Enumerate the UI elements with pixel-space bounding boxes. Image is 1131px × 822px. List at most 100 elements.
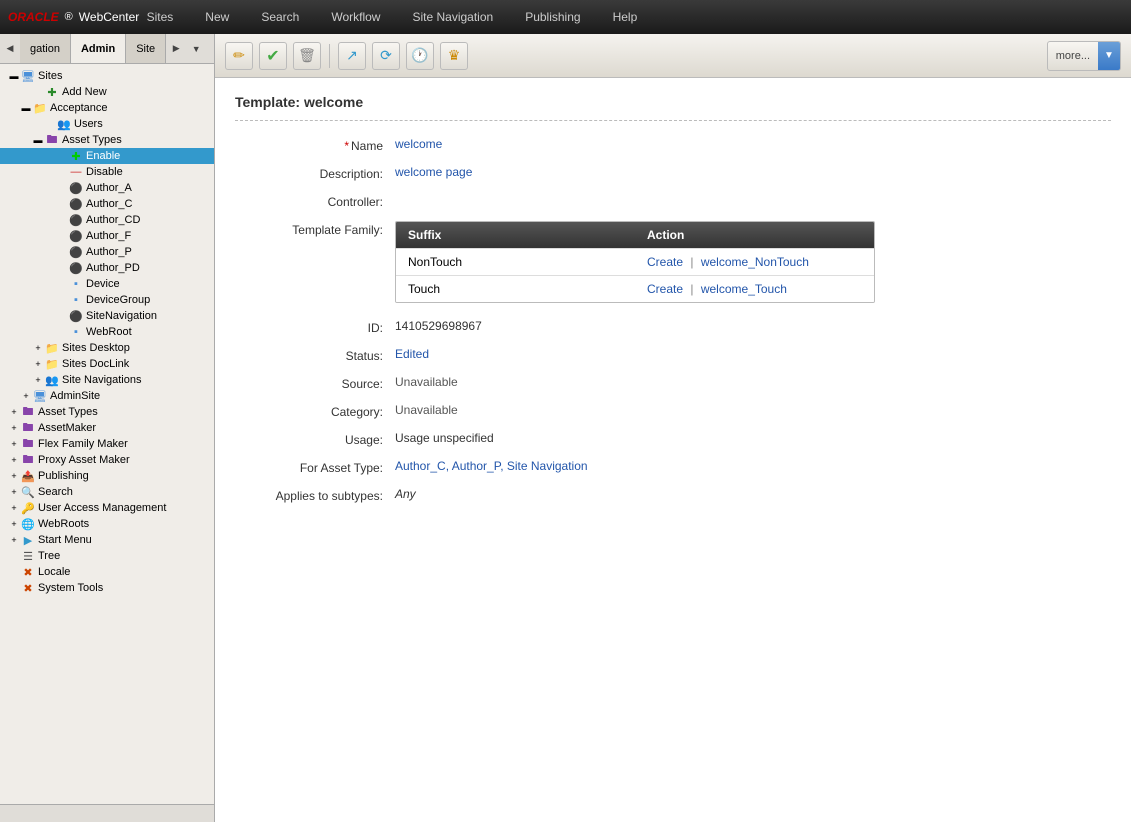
toggle-proxy[interactable]: +: [8, 454, 20, 466]
tree-item-sites[interactable]: ▬ 🖥 Sites: [0, 68, 214, 84]
form-row-id: ID: 1410529698967: [235, 319, 1111, 335]
oracle-text: ORACLE: [8, 10, 59, 24]
tree-item-tree[interactable]: ☰ Tree: [0, 548, 214, 564]
for-asset-type-value: Author_C, Author_P, Site Navigation: [395, 459, 588, 473]
toggle-start-menu[interactable]: +: [8, 534, 20, 546]
tree-item-site-navigations[interactable]: + 👥 Site Navigations: [0, 372, 214, 388]
tree-item-search[interactable]: + 🔍 Search: [0, 484, 214, 500]
tree-item-disable[interactable]: — Disable: [0, 164, 214, 180]
tree-item-add-new[interactable]: ✚ Add New: [0, 84, 214, 100]
tree-item-publishing[interactable]: + 📤 Publishing: [0, 468, 214, 484]
tree-item-web-root[interactable]: ▪ WebRoot: [0, 324, 214, 340]
sidebar-nav-right[interactable]: ▶: [166, 34, 186, 64]
tree-item-author-c[interactable]: ⚫ Author_C: [0, 196, 214, 212]
tree-item-system-tools[interactable]: ✖ System Tools: [0, 580, 214, 596]
move-button[interactable]: ⟳: [372, 42, 400, 70]
author-f-label: Author_F: [86, 230, 131, 242]
tree-item-web-roots[interactable]: + 🌐 WebRoots: [0, 516, 214, 532]
history-icon: 🕐: [411, 47, 428, 64]
author-c-icon: ⚫: [68, 197, 84, 211]
proxy-asset-label: Proxy Asset Maker: [38, 454, 130, 466]
toggle-web-roots[interactable]: +: [8, 518, 20, 530]
tree-item-site-navigation[interactable]: ⚫ SiteNavigation: [0, 308, 214, 324]
menu-new[interactable]: New: [189, 4, 245, 30]
sidebar: ◀ gation Admin Site ▶ ▼ ▬ 🖥 Sites ✚ Add …: [0, 34, 215, 822]
tree-item-enable[interactable]: ✚ Enable: [0, 148, 214, 164]
sites-doclink-icon: 📁: [44, 357, 60, 371]
locale-label: Locale: [38, 566, 70, 578]
share-button[interactable]: ↗: [338, 42, 366, 70]
tree-item-author-f[interactable]: ⚫ Author_F: [0, 228, 214, 244]
toggle-publishing[interactable]: +: [8, 470, 20, 482]
sidebar-tab-site[interactable]: Site: [126, 34, 166, 63]
web-roots-label: WebRoots: [38, 518, 89, 530]
form-divider: [235, 120, 1111, 121]
spacer: [56, 182, 68, 194]
tree-item-author-cd[interactable]: ⚫ Author_CD: [0, 212, 214, 228]
menu-help[interactable]: Help: [597, 4, 654, 30]
toggle-site-navigations[interactable]: +: [32, 374, 44, 386]
menu-publishing[interactable]: Publishing: [509, 4, 596, 30]
tf-pipe-1: |: [690, 282, 693, 296]
menu-search[interactable]: Search: [245, 4, 315, 30]
history-button[interactable]: 🕐: [406, 42, 434, 70]
spacer: [56, 246, 68, 258]
more-dropdown-arrow[interactable]: ▼: [1098, 42, 1120, 70]
sites-doclink-label: Sites DocLink: [62, 358, 129, 370]
toggle-flex[interactable]: +: [8, 438, 20, 450]
system-tools-label: System Tools: [38, 582, 103, 594]
tf-action-0: Create | welcome_NonTouch: [635, 249, 874, 275]
toggle-sites-desktop[interactable]: +: [32, 342, 44, 354]
tf-pipe-0: |: [690, 255, 693, 269]
toggle-user-access[interactable]: +: [8, 502, 20, 514]
tree-item-device-group[interactable]: ▪ DeviceGroup: [0, 292, 214, 308]
delete-button[interactable]: 🗑: [293, 42, 321, 70]
tree-item-asset-types[interactable]: ▬ 🖿 Asset Types: [0, 132, 214, 148]
toggle-sites[interactable]: ▬: [8, 70, 20, 82]
edit-button[interactable]: ✏: [225, 42, 253, 70]
tree-item-author-a[interactable]: ⚫ Author_A: [0, 180, 214, 196]
toggle-search[interactable]: +: [8, 486, 20, 498]
tf-col-action: Action: [635, 222, 874, 248]
tf-create-link-1[interactable]: Create: [647, 282, 683, 296]
tree-item-acceptance[interactable]: ▬ 📁 Acceptance: [0, 100, 214, 116]
tree-item-author-pd[interactable]: ⚫ Author_PD: [0, 260, 214, 276]
tf-create-link-0[interactable]: Create: [647, 255, 683, 269]
more-label[interactable]: more...: [1048, 46, 1098, 66]
crown-button[interactable]: ♛: [440, 42, 468, 70]
toggle-asset-types-root[interactable]: +: [8, 406, 20, 418]
menu-workflow[interactable]: Workflow: [315, 4, 396, 30]
tree-item-author-p[interactable]: ⚫ Author_P: [0, 244, 214, 260]
tf-table-header: Suffix Action: [396, 222, 874, 248]
publishing-icon: 📤: [20, 469, 36, 483]
toggle-sites-doclink[interactable]: +: [32, 358, 44, 370]
content-area: ✏ ✔ 🗑 ↗ ⟳ 🕐 ♛ more...: [215, 34, 1131, 822]
usage-label: Usage:: [235, 431, 395, 447]
tf-name-link-0[interactable]: welcome_NonTouch: [701, 255, 809, 269]
tree-item-sites-doclink[interactable]: + 📁 Sites DocLink: [0, 356, 214, 372]
sidebar-tab-admin[interactable]: Admin: [71, 34, 126, 63]
tree-item-proxy-asset-maker[interactable]: + 🖿 Proxy Asset Maker: [0, 452, 214, 468]
sidebar-nav-dropdown[interactable]: ▼: [186, 34, 206, 64]
tree-item-sites-desktop[interactable]: + 📁 Sites Desktop: [0, 340, 214, 356]
tree-item-device[interactable]: ▪ Device: [0, 276, 214, 292]
approve-button[interactable]: ✔: [259, 42, 287, 70]
web-root-icon: ▪: [68, 325, 84, 339]
tf-name-link-1[interactable]: welcome_Touch: [701, 282, 787, 296]
tf-row-0: NonTouch Create | welcome_NonTouch: [396, 248, 874, 275]
sidebar-nav-left[interactable]: ◀: [0, 34, 20, 64]
toggle-acceptance[interactable]: ▬: [20, 102, 32, 114]
tree-item-user-access[interactable]: + 🔑 User Access Management: [0, 500, 214, 516]
disable-icon: —: [68, 165, 84, 179]
tree-item-start-menu[interactable]: + ▶ Start Menu: [0, 532, 214, 548]
toggle-admin-site[interactable]: +: [20, 390, 32, 402]
menu-site-navigation[interactable]: Site Navigation: [396, 4, 509, 30]
tree-item-locale[interactable]: ✖ Locale: [0, 564, 214, 580]
tree-item-users[interactable]: 👥 Users: [0, 116, 214, 132]
more-dropdown[interactable]: more... ▼: [1047, 41, 1121, 71]
toggle-asset-maker[interactable]: +: [8, 422, 20, 434]
toggle-asset-types[interactable]: ▬: [32, 134, 44, 146]
sidebar-tab-navigation[interactable]: gation: [20, 34, 71, 63]
form-row-name: *Name welcome: [235, 137, 1111, 153]
author-a-label: Author_A: [86, 182, 132, 194]
